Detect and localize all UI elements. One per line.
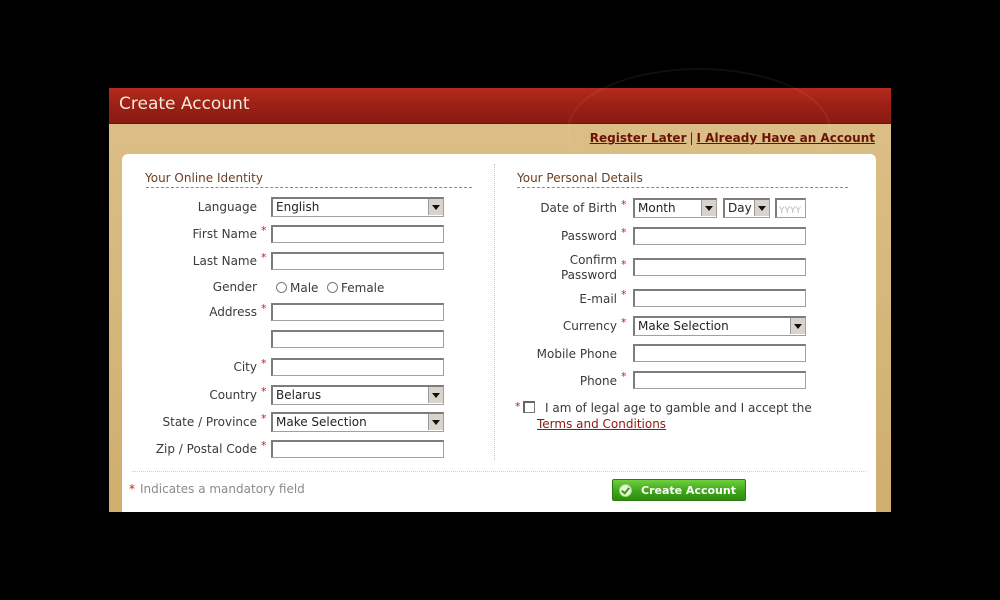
mandatory-text: Indicates a mandatory field (140, 482, 305, 496)
zip-input[interactable] (271, 440, 444, 458)
first-name-label: First Name (192, 227, 257, 241)
mandatory-note: * Indicates a mandatory field (129, 482, 305, 496)
mobile-phone-input[interactable] (633, 344, 806, 362)
language-select[interactable]: English (271, 197, 444, 217)
checkmark-icon (619, 484, 632, 497)
section-divider (146, 187, 472, 188)
zip-label: Zip / Postal Code (155, 442, 257, 456)
state-label: State / Province (162, 415, 258, 429)
required-marker: * (261, 385, 267, 398)
dob-label: Date of Birth (540, 201, 617, 215)
terms-checkbox[interactable] (523, 401, 535, 413)
language-value: English (276, 200, 320, 214)
address-line2-input[interactable] (271, 330, 444, 348)
confirm-password-label-line1: Confirm (569, 253, 617, 267)
footer-divider (132, 471, 866, 472)
chevron-down-icon (701, 200, 716, 216)
section-divider (517, 187, 848, 188)
mobile-phone-label: Mobile Phone (536, 347, 617, 361)
currency-label: Currency (562, 319, 617, 333)
mandatory-star: * (129, 482, 135, 496)
dialog-title: Create Account (119, 94, 250, 114)
currency-value: Make Selection (638, 319, 729, 333)
terms-text: I am of legal age to gamble and I accept… (545, 401, 812, 415)
required-marker: * (621, 258, 627, 271)
chevron-down-icon (428, 387, 443, 403)
first-name-input[interactable] (271, 225, 444, 243)
chevron-down-icon (754, 200, 769, 216)
confirm-password-label-line2: Password (560, 268, 617, 282)
required-marker: * (621, 316, 627, 329)
country-value: Belarus (276, 388, 322, 402)
column-divider (494, 164, 495, 460)
online-identity-heading: Your Online Identity (145, 171, 263, 185)
address-label: Address (209, 305, 257, 319)
chevron-down-icon (428, 199, 443, 215)
password-input[interactable] (633, 227, 806, 245)
dob-month-select[interactable]: Month (633, 198, 717, 218)
dialog-header: Create Account (109, 68, 891, 192)
terms-link[interactable]: Terms and Conditions (537, 417, 666, 431)
gender-male-radio[interactable] (276, 282, 287, 293)
last-name-label: Last Name (192, 254, 257, 268)
phone-input[interactable] (633, 371, 806, 389)
confirm-password-input[interactable] (633, 258, 806, 276)
create-account-dialog: Create Account Register Later | I Already … (109, 68, 891, 512)
required-marker: * (261, 224, 267, 237)
gender-male-label: Male (290, 281, 319, 295)
top-links: Register Later | I Already Have an Account (590, 131, 875, 145)
required-marker: * (621, 198, 627, 211)
dob-year-input[interactable] (775, 198, 806, 218)
terms-agreement: I am of legal age to gamble and I accept… (537, 400, 837, 432)
state-value: Make Selection (276, 415, 367, 429)
form-panel: Your Online Identity Language English Fi… (122, 154, 876, 512)
chevron-down-icon (428, 414, 443, 430)
city-label: City (233, 360, 257, 374)
required-marker: * (261, 302, 267, 315)
already-have-account-link[interactable]: I Already Have an Account (697, 131, 875, 145)
email-input[interactable] (633, 289, 806, 307)
gender-female-radio[interactable] (327, 282, 338, 293)
currency-select[interactable]: Make Selection (633, 316, 806, 336)
required-marker: * (621, 370, 627, 383)
required-marker: * (515, 400, 521, 413)
phone-label: Phone (579, 374, 617, 388)
required-marker: * (261, 439, 267, 452)
gender-female-label: Female (341, 281, 385, 295)
country-select[interactable]: Belarus (271, 385, 444, 405)
create-account-button-label: Create Account (641, 484, 736, 497)
last-name-input[interactable] (271, 252, 444, 270)
required-marker: * (621, 226, 627, 239)
required-marker: * (621, 288, 627, 301)
dob-day-value: Day (728, 201, 752, 215)
gender-label: Gender (212, 280, 257, 294)
required-marker: * (261, 357, 267, 370)
language-label: Language (197, 200, 257, 214)
city-input[interactable] (271, 358, 444, 376)
country-label: Country (209, 388, 257, 402)
address-line1-input[interactable] (271, 303, 444, 321)
required-marker: * (261, 251, 267, 264)
chevron-down-icon (790, 318, 805, 334)
password-label: Password (560, 229, 617, 243)
personal-details-heading: Your Personal Details (517, 171, 643, 185)
link-separator: | (689, 131, 694, 145)
required-marker: * (261, 412, 267, 425)
create-account-button[interactable]: Create Account (612, 479, 746, 501)
dob-month-value: Month (638, 201, 676, 215)
email-label: E-mail (579, 292, 617, 306)
register-later-link[interactable]: Register Later (590, 131, 687, 145)
dob-day-select[interactable]: Day (723, 198, 770, 218)
state-select[interactable]: Make Selection (271, 412, 444, 432)
